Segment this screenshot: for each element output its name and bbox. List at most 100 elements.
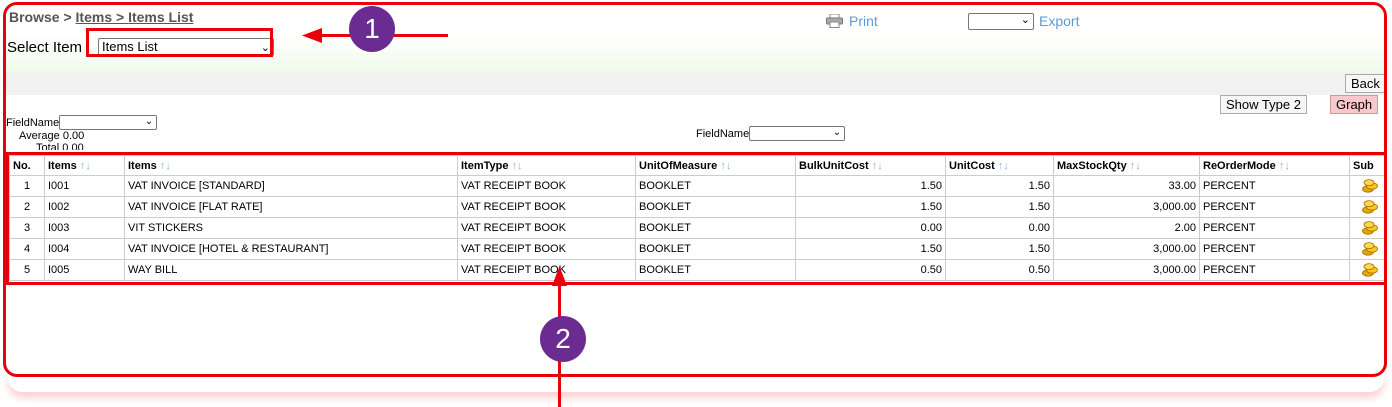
cell-item-type: VAT RECEIPT BOOK (457, 196, 636, 218)
annotation-marker-2: 2 (540, 316, 586, 362)
cell-max-stock-qty: 3,000.00 (1053, 259, 1200, 281)
coins-icon[interactable] (1362, 221, 1378, 235)
cell-item-name: VAT INVOICE [HOTEL & RESTAURANT] (124, 238, 458, 260)
export-link[interactable]: Export (1039, 13, 1079, 29)
back-button[interactable]: Back (1345, 74, 1384, 93)
chevron-down-icon: ⌄ (832, 127, 842, 138)
cell-sub (1349, 238, 1384, 260)
cell-unit-of-measure: BOOKLET (635, 196, 796, 218)
cell-bulk-unit-cost: 1.50 (795, 196, 946, 218)
fieldname-select-left[interactable]: ⌄ (59, 115, 158, 130)
cell-bulk-unit-cost: 0.50 (795, 259, 946, 281)
cell-row-number: 1 (9, 175, 45, 197)
coins-icon[interactable] (1362, 263, 1378, 277)
cell-item-code: I003 (44, 217, 125, 239)
page-frame: Browse > Items > Items List Select Item … (3, 2, 1387, 377)
field-summary-left: FieldName ⌄ Average 0.00 Total 0.00 (6, 115, 158, 150)
col-header-item-code[interactable]: Items ↑↓ (44, 155, 125, 176)
sort-icon[interactable]: ↑↓ (1130, 160, 1141, 172)
sort-icon[interactable]: ↑↓ (1279, 160, 1290, 172)
select-item-label: Select Item (7, 39, 83, 56)
cell-row-number: 3 (9, 217, 45, 239)
cell-max-stock-qty: 2.00 (1053, 217, 1200, 239)
col-header-bulk-unit-cost[interactable]: BulkUnitCost ↑↓ (795, 155, 946, 176)
table-row: 3 I003 VIT STICKERS VAT RECEIPT BOOK BOOKLET… (9, 217, 1384, 239)
cell-max-stock-qty: 3,000.00 (1053, 196, 1200, 218)
print-link[interactable]: Print (826, 13, 878, 29)
cell-sub (1349, 196, 1384, 218)
sort-icon[interactable]: ↑↓ (80, 160, 91, 172)
table-row: 1 I001 VAT INVOICE [STANDARD] VAT RECEIPT B… (9, 175, 1384, 197)
cell-reorder-mode: PERCENT (1199, 175, 1350, 197)
col-header-unit-cost[interactable]: UnitCost ↑↓ (945, 155, 1054, 176)
col-header-sub: Sub (1349, 155, 1384, 176)
cell-sub (1349, 175, 1384, 197)
coins-icon[interactable] (1362, 200, 1378, 214)
cell-item-name: VIT STICKERS (124, 217, 458, 239)
show-type-2-button[interactable]: Show Type 2 (1220, 95, 1307, 114)
cell-item-code: I001 (44, 175, 125, 197)
fieldname-select-right[interactable]: ⌄ (749, 126, 846, 141)
sort-icon[interactable]: ↑↓ (998, 160, 1009, 172)
toolbar-band (6, 73, 1384, 95)
export-format-select[interactable]: ⌄ (968, 13, 1034, 30)
breadcrumb-items[interactable]: Items > (76, 9, 129, 25)
chevron-down-icon: ⌄ (1020, 14, 1030, 26)
cell-unit-cost: 0.50 (945, 259, 1054, 281)
cell-unit-cost: 1.50 (945, 196, 1054, 218)
cell-item-name: VAT INVOICE [STANDARD] (124, 175, 458, 197)
cell-item-code: I002 (44, 196, 125, 218)
printer-icon (826, 14, 843, 28)
col-header-no: No. (9, 155, 45, 176)
cell-item-type: VAT RECEIPT BOOK (457, 175, 636, 197)
coins-icon[interactable] (1362, 242, 1378, 256)
cell-unit-cost: 1.50 (945, 175, 1054, 197)
cell-max-stock-qty: 3,000.00 (1053, 238, 1200, 260)
cell-item-type: VAT RECEIPT BOOK (457, 238, 636, 260)
col-header-unit-of-measure[interactable]: UnitOfMeasure ↑↓ (635, 155, 796, 176)
coins-icon[interactable] (1362, 179, 1378, 193)
annotation-marker-1: 1 (349, 6, 395, 52)
sort-icon[interactable]: ↑↓ (872, 160, 883, 172)
cell-bulk-unit-cost: 0.00 (795, 217, 946, 239)
cell-unit-cost: 1.50 (945, 238, 1054, 260)
cell-item-name: VAT INVOICE [FLAT RATE] (124, 196, 458, 218)
breadcrumb-items-list[interactable]: Items List (128, 9, 193, 25)
sort-icon[interactable]: ↑↓ (512, 160, 523, 172)
cell-unit-of-measure: BOOKLET (635, 175, 796, 197)
breadcrumb-browse[interactable]: Browse > (9, 9, 76, 25)
cell-sub (1349, 217, 1384, 239)
cell-unit-of-measure: BOOKLET (635, 217, 796, 239)
col-header-reorder-mode[interactable]: ReOrderMode ↑↓ (1199, 155, 1350, 176)
cell-row-number: 5 (9, 259, 45, 281)
cell-unit-of-measure: BOOKLET (635, 238, 796, 260)
table-header-row: No. Items ↑↓ Items ↑↓ ItemType ↑↓ UnitOf… (9, 155, 1384, 176)
cell-reorder-mode: PERCENT (1199, 238, 1350, 260)
print-label: Print (849, 13, 878, 29)
cell-reorder-mode: PERCENT (1199, 217, 1350, 239)
fieldname-label-right: FieldName (696, 127, 750, 140)
total-value: Total 0.00 (36, 142, 84, 150)
sort-icon[interactable]: ↑↓ (160, 160, 171, 172)
cell-unit-of-measure: BOOKLET (635, 259, 796, 281)
breadcrumb: Browse > Items > Items List (9, 9, 193, 25)
col-header-item-name[interactable]: Items ↑↓ (124, 155, 458, 176)
annotation-arrow-1-head (302, 28, 322, 43)
cell-item-name: WAY BILL (124, 259, 458, 281)
cell-unit-cost: 0.00 (945, 217, 1054, 239)
cell-bulk-unit-cost: 1.50 (795, 175, 946, 197)
graph-button[interactable]: Graph (1330, 95, 1379, 114)
cell-item-code: I005 (44, 259, 125, 281)
chevron-down-icon: ⌄ (144, 116, 154, 127)
sort-icon[interactable]: ↑↓ (720, 160, 731, 172)
cell-max-stock-qty: 33.00 (1053, 175, 1200, 197)
items-table-highlight: No. Items ↑↓ Items ↑↓ ItemType ↑↓ UnitOf… (6, 152, 1384, 285)
col-header-max-stock-qty[interactable]: MaxStockQty ↑↓ (1053, 155, 1200, 176)
cell-row-number: 4 (9, 238, 45, 260)
cell-item-type: VAT RECEIPT BOOK (457, 217, 636, 239)
annotation-highlight-select (86, 28, 273, 57)
cell-reorder-mode: PERCENT (1199, 259, 1350, 281)
average-value: Average 0.00 (19, 130, 85, 142)
col-header-item-type[interactable]: ItemType ↑↓ (457, 155, 636, 176)
cell-item-code: I004 (44, 238, 125, 260)
